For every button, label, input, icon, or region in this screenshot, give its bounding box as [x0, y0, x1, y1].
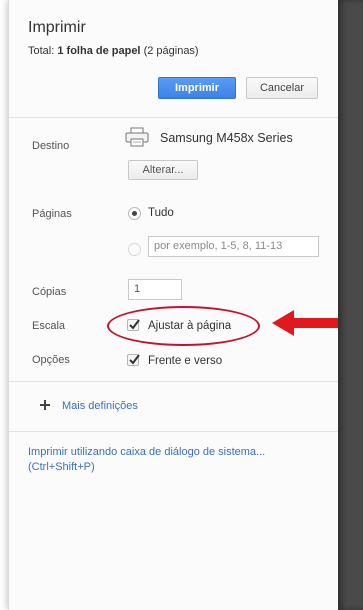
options-divider: [9, 381, 339, 382]
options-label: Opções: [32, 354, 70, 366]
duplex-label: Frente e verso: [148, 355, 223, 367]
annotation-oval: [107, 306, 260, 346]
plus-icon[interactable]: [39, 399, 51, 411]
duplex-checkbox[interactable]: [127, 354, 140, 366]
copies-input[interactable]: 1: [128, 279, 182, 300]
scale-label: Escala: [32, 320, 66, 332]
total-prefix: Total:: [28, 45, 55, 57]
red-arrow-icon: [272, 310, 338, 336]
pages-range-radio[interactable]: [128, 243, 141, 256]
change-destination-button[interactable]: Alterar...: [128, 160, 198, 180]
pages-range-input[interactable]: por exemplo, 1-5, 8, 11-13: [148, 236, 319, 257]
printer-name[interactable]: Samsung M458x Series: [160, 131, 293, 145]
checkmark-icon: [129, 354, 140, 365]
system-dialog-link[interactable]: Imprimir utilizando caixa de diálogo de …: [28, 446, 265, 458]
total-sheets: 1 folha de papel: [57, 45, 141, 57]
header-divider: [9, 117, 339, 118]
system-dialog-shortcut[interactable]: (Ctrl+Shift+P): [28, 461, 95, 473]
total-summary: Total: 1 folha de papel (2 páginas): [28, 45, 199, 57]
pages-all-label: Tudo: [148, 207, 174, 219]
pages-all-radio[interactable]: [128, 207, 141, 220]
printer-icon: [125, 127, 149, 147]
more-settings-divider: [9, 431, 339, 432]
more-settings-link[interactable]: Mais definições: [62, 400, 138, 412]
dialog-title: Imprimir: [28, 19, 86, 36]
print-button[interactable]: Imprimir: [158, 77, 236, 99]
print-settings-panel: Imprimir Total: 1 folha de papel (2 pági…: [8, 0, 339, 610]
destination-label: Destino: [32, 140, 70, 152]
cancel-button[interactable]: Cancelar: [246, 77, 318, 99]
copies-label: Cópias: [32, 286, 67, 298]
total-pages: (2 páginas): [143, 45, 199, 57]
background-edge: [338, 0, 363, 610]
pages-label: Páginas: [32, 208, 72, 220]
